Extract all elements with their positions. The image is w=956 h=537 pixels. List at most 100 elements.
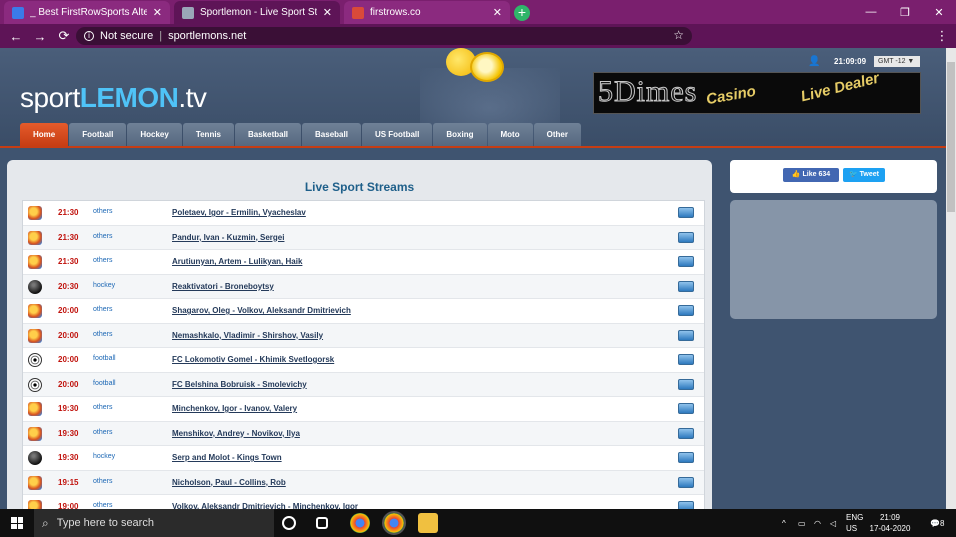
tray-chevron-icon[interactable]: ^ <box>782 509 786 537</box>
user-icon[interactable]: 👤 <box>808 56 820 67</box>
taskbar-search[interactable]: ⌕ Type here to search <box>34 509 274 537</box>
menu-hockey[interactable]: Hockey <box>127 123 182 146</box>
watch-stream-icon[interactable] <box>678 501 694 509</box>
event-match-link[interactable]: FC Belshina Bobruisk - Smolevichy <box>172 380 307 389</box>
browser-menu-icon[interactable]: ⋮ <box>930 28 954 44</box>
event-match-link[interactable]: FC Lokomotiv Gomel - Khimik Svetlogorsk <box>172 355 334 364</box>
event-time: 19:15 <box>58 477 79 487</box>
event-row: 20:00 others Shagarov, Oleg - Volkov, Alek… <box>23 299 704 324</box>
watch-stream-icon[interactable] <box>678 280 694 292</box>
social-box: 👍 Like 634 🐦 Tweet <box>730 160 937 193</box>
bookmark-star-icon[interactable]: ☆ <box>673 28 684 42</box>
tweet-button[interactable]: 🐦 Tweet <box>843 168 885 182</box>
notification-icon[interactable]: 💬 8 <box>930 509 944 537</box>
event-match-link[interactable]: Reaktivatori - Broneboytsy <box>172 282 274 291</box>
watch-stream-icon[interactable] <box>678 231 694 243</box>
windows-taskbar: ⌕ Type here to search ^ ▭ ◠ ◁ ENG US 21:… <box>0 509 956 537</box>
web-page: sportLEMON.tv 👤 21:09:09 GMT -12 ▼ 5Dime… <box>0 48 946 509</box>
info-icon[interactable]: i <box>84 31 94 41</box>
event-match-link[interactable]: Shagarov, Oleg - Volkov, Aleksandr Dmitr… <box>172 306 351 315</box>
watch-stream-icon[interactable] <box>678 403 694 414</box>
menu-boxing[interactable]: Boxing <box>433 123 487 146</box>
menu-football[interactable]: Football <box>69 123 127 146</box>
chrome-active-taskbar-icon[interactable] <box>382 511 406 535</box>
event-match-link[interactable]: Menshikov, Andrey - Novikov, Ilya <box>172 429 300 438</box>
region-code: US <box>846 524 858 533</box>
clock-date: 17-04-2020 <box>869 524 911 533</box>
file-explorer-icon[interactable] <box>418 513 438 533</box>
tweet-label: Tweet <box>859 171 879 178</box>
others-sport-icon <box>28 475 42 490</box>
event-sport: others <box>93 428 113 436</box>
menu-tennis[interactable]: Tennis <box>182 123 234 146</box>
others-sport-icon <box>28 402 42 416</box>
tab-sportlemon[interactable]: Sportlemon - Live Sport Streams ✕ <box>174 1 340 24</box>
event-row: 19:15 others Nicholson, Paul - Collins, Ro… <box>23 470 704 495</box>
language-indicator[interactable]: ENG US <box>846 512 863 534</box>
sport-menu: Home Football Hockey Tennis Basketball B… <box>20 123 582 146</box>
event-match-link[interactable]: Serp and Molot - Kings Town <box>172 453 282 462</box>
event-match-link[interactable]: Nicholson, Paul - Collins, Rob <box>172 478 286 487</box>
watch-stream-icon[interactable] <box>678 256 694 267</box>
volume-icon[interactable]: ◁ <box>830 509 836 537</box>
tab-label: firstrows.co <box>370 7 421 18</box>
tab-label: Sportlemon - Live Sport Streams <box>200 7 317 18</box>
event-match-link[interactable]: Nemashkalo, Vladimir - Shirshov, Vasily <box>172 331 323 340</box>
watch-stream-icon[interactable] <box>678 378 694 390</box>
close-icon[interactable]: ✕ <box>493 6 502 19</box>
new-tab-button[interactable]: + <box>514 5 530 21</box>
close-icon[interactable]: ✕ <box>323 6 332 19</box>
close-icon[interactable]: ✕ <box>153 6 162 19</box>
event-match-link[interactable]: Volkov, Aleksandr Dmitrievich - Minchenk… <box>172 502 358 509</box>
tab-best-firstrowsports[interactable]: _ Best FirstRowSports Alternativ ✕ <box>4 1 170 24</box>
menu-home[interactable]: Home <box>20 123 69 146</box>
event-row: 19:00 others Volkov, Aleksandr Dmitrievich… <box>23 495 704 509</box>
taskbar-clock[interactable]: 21:09 17-04-2020 <box>868 512 912 534</box>
site-logo[interactable]: sportLEMON.tv <box>20 82 207 114</box>
event-match-link[interactable]: Pandur, Ivan - Kuzmin, Sergei <box>172 233 284 242</box>
maximize-button[interactable]: ❐ <box>888 0 922 24</box>
watch-stream-icon[interactable] <box>678 476 694 488</box>
watch-stream-icon[interactable] <box>678 354 694 365</box>
event-match-link[interactable]: Minchenkov, Igor - Ivanov, Valery <box>172 404 297 413</box>
watch-stream-icon[interactable] <box>678 427 694 439</box>
watch-stream-icon[interactable] <box>678 305 694 316</box>
language-code: ENG <box>846 513 864 522</box>
watch-stream-icon[interactable] <box>678 207 694 218</box>
cortana-icon[interactable] <box>282 516 296 530</box>
battery-icon[interactable]: ▭ <box>798 509 806 537</box>
forward-button[interactable]: → <box>28 29 52 44</box>
tab-label: _ Best FirstRowSports Alternativ <box>30 7 147 18</box>
banner-brand: 5Dimes <box>597 75 698 109</box>
menu-us-football[interactable]: US Football <box>361 123 433 146</box>
event-row: 20:00 football FC Lokomotiv Gomel - Khimik… <box>23 348 704 373</box>
task-view-icon[interactable] <box>316 517 328 529</box>
reload-button[interactable]: ⟳ <box>52 28 76 44</box>
menu-basketball[interactable]: Basketball <box>235 123 302 146</box>
page-scrollbar[interactable] <box>946 48 956 509</box>
menu-moto[interactable]: Moto <box>487 123 533 146</box>
hockey-sport-icon <box>28 279 42 294</box>
start-button[interactable] <box>0 509 34 537</box>
event-row: 20:00 football FC Belshina Bobruisk - Smol… <box>23 372 704 397</box>
address-bar[interactable]: i Not secure | sportlemons.net ☆ <box>76 27 692 45</box>
watch-stream-icon[interactable] <box>678 452 694 463</box>
ad-banner[interactable]: 5Dimes Casino Live Dealer <box>593 72 921 114</box>
event-row: 21:30 others Poletaev, Igor - Ermilin, Vya… <box>23 201 704 226</box>
tab-firstrows[interactable]: firstrows.co ✕ <box>344 1 510 24</box>
chrome-taskbar-icon[interactable] <box>350 513 370 533</box>
menu-other[interactable]: Other <box>533 123 581 146</box>
timezone-select[interactable]: GMT -12 ▼ <box>874 56 920 67</box>
event-match-link[interactable]: Poletaev, Igor - Ermilin, Vyacheslav <box>172 208 306 217</box>
wifi-icon[interactable]: ◠ <box>814 509 821 537</box>
event-sport: others <box>93 502 113 509</box>
facebook-like-button[interactable]: 👍 Like 634 <box>783 168 839 182</box>
minimize-button[interactable]: — <box>854 0 888 24</box>
close-window-button[interactable]: ✕ <box>922 0 956 24</box>
watch-stream-icon[interactable] <box>678 329 694 341</box>
menu-baseball[interactable]: Baseball <box>302 123 361 146</box>
event-match-link[interactable]: Arutiunyan, Artem - Lulikyan, Haik <box>172 257 302 266</box>
logo-strong: LEMON <box>79 82 179 113</box>
back-button[interactable]: ← <box>4 29 28 44</box>
scrollbar-thumb[interactable] <box>947 62 955 212</box>
